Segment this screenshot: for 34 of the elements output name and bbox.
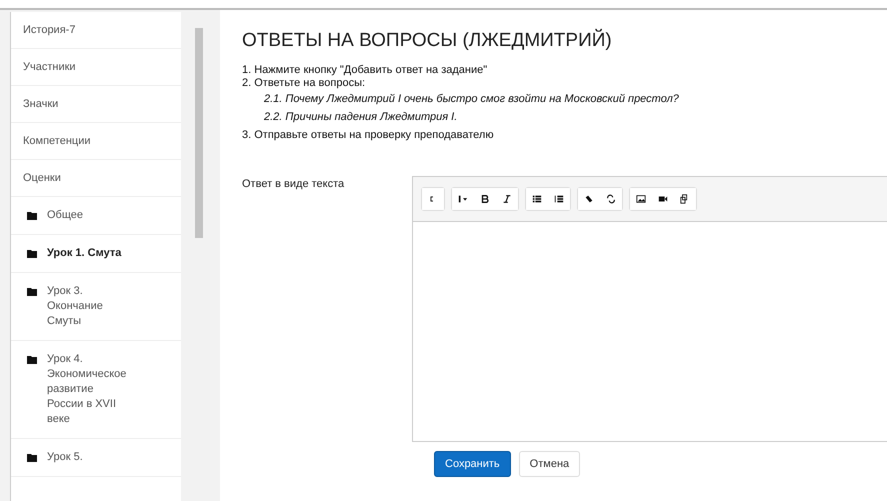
video-icon	[658, 194, 668, 204]
folder-icon	[27, 250, 37, 258]
sidebar-item[interactable]: Урок 4. Экономическое развитие России в XVII веке	[47, 352, 129, 427]
instruction-line: 2. Ответьте на вопросы:	[242, 77, 366, 90]
instruction-line: 2.2. Причины падения Лжедмитрия I.	[263, 111, 458, 124]
sidebar-item[interactable]: Общее	[47, 208, 129, 223]
unlink-icon	[606, 194, 616, 204]
link-icon	[584, 194, 594, 204]
instruction-line: 1. Нажмите кнопку "Добавить ответ на задание"	[242, 64, 488, 77]
sidebar-item[interactable]: Оценки	[11, 160, 181, 197]
sidebar-item[interactable]: История-7	[11, 12, 181, 49]
cancel-button[interactable]: Отмена	[518, 451, 580, 477]
sidebar-item[interactable]: Урок 5.	[47, 450, 129, 465]
sidebar-item[interactable]: Урок 3. Окончание Смуты	[47, 284, 129, 329]
heading-icon	[458, 194, 468, 204]
image-icon	[636, 194, 646, 204]
instruction-line: 3. Отправьте ответы на проверку преподавателю	[242, 129, 495, 142]
sidebar-item[interactable]: Компетенции	[11, 123, 181, 160]
sidebar-item[interactable]: Значки	[11, 86, 181, 123]
page-title: ОТВЕТЫ НА ВОПРОСЫ (ЛЖЕДМИТРИЙ)	[242, 30, 613, 52]
bulleted-list-icon	[532, 194, 542, 204]
folder-icon	[27, 288, 37, 296]
bold-icon	[480, 194, 490, 204]
sidebar-item[interactable]: Участники	[11, 49, 181, 86]
italic-icon	[502, 194, 512, 204]
files-icon	[680, 194, 690, 204]
folder-icon	[27, 454, 37, 462]
folder-icon	[27, 356, 37, 364]
field-label: Ответ в виде текста	[242, 177, 346, 192]
numbered-list-icon	[554, 194, 564, 204]
instruction-line: 2.1. Почему Лжедмитрий I очень быстро смог взойти на Московский престол?	[263, 93, 680, 106]
sidebar-item[interactable]: Урок 1. Смута	[47, 246, 129, 261]
folder-icon	[27, 212, 37, 220]
save-button[interactable]: Сохранить	[434, 451, 511, 477]
